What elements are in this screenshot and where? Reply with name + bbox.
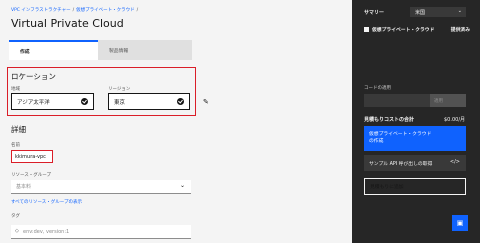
code-icon: </> xyxy=(449,159,460,165)
summary-title: サマリー xyxy=(364,10,385,16)
region-label: リージョン xyxy=(108,87,131,92)
api-button-label: サンプル API 呼び出しの取得 xyxy=(369,161,433,167)
summary-resource-provider: 提供済み xyxy=(450,28,470,33)
get-api-call-button[interactable]: サンプル API 呼び出しの取得 </> xyxy=(364,155,466,171)
geography-tile[interactable]: アジア太平洋 xyxy=(11,93,94,110)
summary-panel: サマリー 米国 ⌄ 仮想プライベート・クラウド 提供済み コードの適用 適用 見… xyxy=(352,0,480,243)
page-title: Virtual Private Cloud xyxy=(11,17,124,30)
estimate-row: 見積もりコストの合計 $0.00/月 xyxy=(364,116,465,123)
tags-input[interactable]: ◇ env:dev, version:1 xyxy=(11,225,191,239)
create-vpc-button[interactable]: 仮想プライベート・クラウド の作成 xyxy=(364,126,466,151)
summary-region-value: 米国 xyxy=(415,9,426,16)
resource-icon xyxy=(364,27,369,32)
tab-product-info[interactable]: 製品情報 xyxy=(98,40,192,60)
details-heading: 詳細 xyxy=(11,125,26,134)
tags-value: env:dev, version:1 xyxy=(23,228,70,235)
coupon-input[interactable] xyxy=(364,94,430,107)
breadcrumb: VPC インフラストラクチャー / 仮想プライベート・クラウド / xyxy=(11,8,139,13)
location-heading: ロケーション xyxy=(11,72,56,81)
geography-label: 地域 xyxy=(11,87,20,92)
name-label: 名前 xyxy=(11,143,20,148)
summary-resource-row: 仮想プライベート・クラウド 提供済み xyxy=(364,26,470,33)
tag-icon: ◇ xyxy=(15,228,19,234)
main-content: VPC インフラストラクチャー / 仮想プライベート・クラウド / Virtual P… xyxy=(0,0,352,243)
checkmark-icon xyxy=(81,98,88,105)
resource-group-label: リソース・グループ xyxy=(11,173,52,178)
name-input[interactable]: kkimura-vpc xyxy=(11,150,53,163)
region-value: 東京 xyxy=(114,99,126,106)
chat-icon[interactable]: ▣ xyxy=(452,215,468,231)
apply-coupon-button[interactable]: 適用 xyxy=(430,94,466,107)
resource-group-link[interactable]: すべてのリソース・グループの表示 xyxy=(11,199,82,205)
tab-create[interactable]: 作成 xyxy=(9,40,98,60)
region-tile[interactable]: 東京 xyxy=(108,93,190,110)
resource-group-value: 基本料 xyxy=(16,184,32,190)
coupon-label: コードの適用 xyxy=(364,86,391,91)
chevron-down-icon: ⌄ xyxy=(179,182,185,189)
chevron-down-icon: ⌄ xyxy=(457,8,462,14)
breadcrumb-vpc-infra[interactable]: VPC インフラストラクチャー xyxy=(11,8,71,13)
estimate-value: $0.00/月 xyxy=(444,117,465,123)
estimate-label: 見積もりコストの合計 xyxy=(364,117,415,123)
summary-region-select[interactable]: 米国 ⌄ xyxy=(410,7,466,17)
summary-resource-label: 仮想プライベート・クラウド xyxy=(372,28,435,33)
tags-label: タグ xyxy=(11,214,20,219)
tab-list: 作成 製品情報 xyxy=(9,40,192,60)
resource-group-select[interactable]: 基本料 ⌄ xyxy=(11,180,191,194)
add-to-estimate-button[interactable]: 見積もりに追加 xyxy=(364,178,466,195)
pencil-icon[interactable]: ✎ xyxy=(203,98,209,106)
geography-value: アジア太平洋 xyxy=(17,99,50,106)
create-vpc-button-label: 仮想プライベート・クラウド の作成 xyxy=(369,132,432,144)
breadcrumb-vpc[interactable]: 仮想プライベート・クラウド xyxy=(76,8,135,13)
checkmark-icon xyxy=(177,98,184,105)
